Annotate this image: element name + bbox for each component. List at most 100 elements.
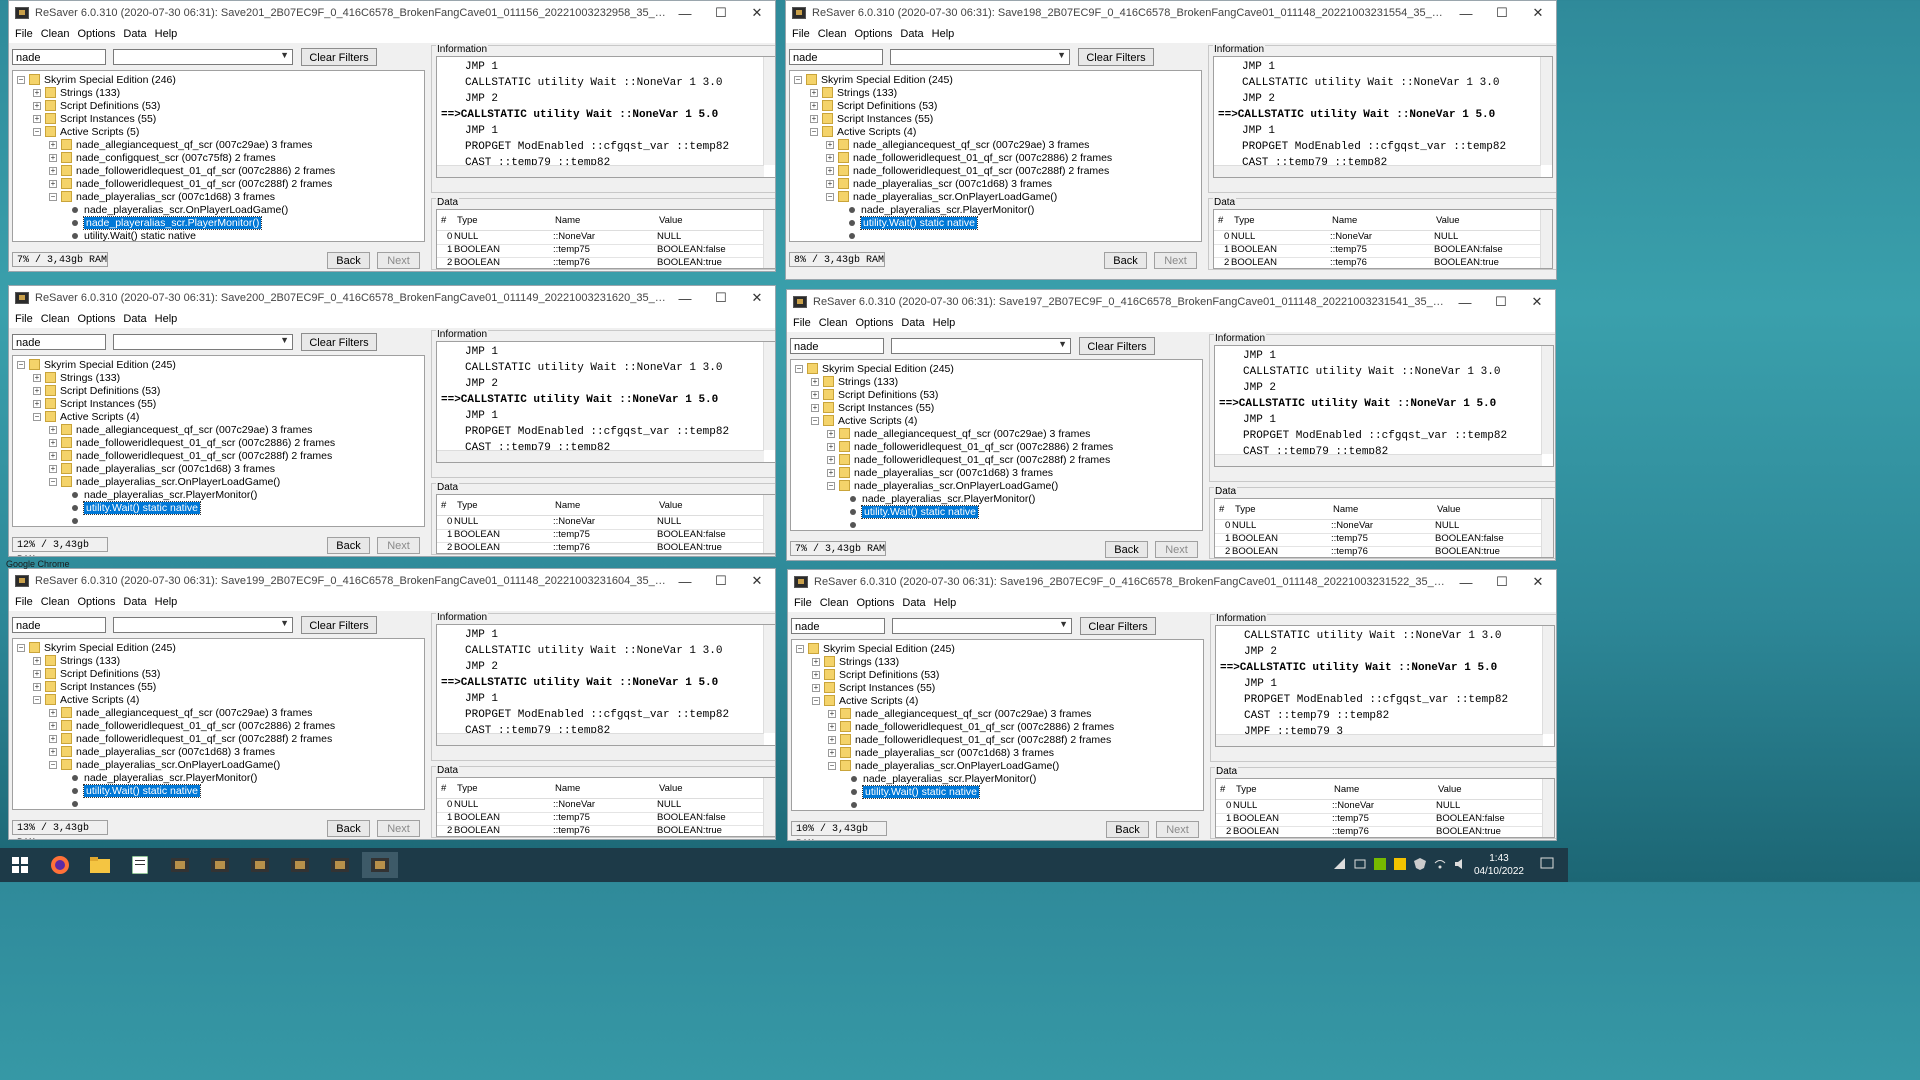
tree-item[interactable]: + Script Instances (55) (811, 401, 934, 414)
table-row[interactable]: 1 BOOLEAN ::temp75 BOOLEAN:false (1215, 533, 1543, 547)
filter-dropdown[interactable]: ▼ (113, 49, 293, 65)
column-header[interactable]: Value (1437, 504, 1461, 515)
wifi-icon[interactable] (1434, 858, 1446, 870)
menu-item[interactable]: Clean (37, 596, 74, 608)
table-row[interactable]: 2 BOOLEAN ::temp76 BOOLEAN:true (1215, 546, 1543, 557)
tree-item[interactable]: + nade_followeridlequest_01_qf_scr (007c2… (49, 177, 332, 190)
expand-icon[interactable]: + (33, 88, 41, 97)
clear-filters-button[interactable]: Clear Filters (1078, 48, 1154, 66)
column-header[interactable]: Type (1234, 215, 1255, 226)
resaver-taskbar-icon[interactable] (162, 852, 198, 878)
minimize-icon[interactable]: — (1447, 295, 1483, 310)
nvidia-icon[interactable] (1374, 858, 1386, 870)
minimize-icon[interactable]: — (667, 574, 703, 589)
expand-icon[interactable]: + (49, 425, 57, 434)
tree-item[interactable]: + nade_allegiancequest_qf_scr (007c29ae) … (828, 707, 1091, 720)
maximize-icon[interactable]: ☐ (703, 573, 739, 589)
filter-input[interactable]: nade (789, 49, 883, 65)
tree-item[interactable]: + nade_followeridlequest_01_qf_scr (007c2… (828, 733, 1111, 746)
table-row[interactable]: 0 NULL ::NoneVar NULL (437, 799, 765, 813)
expand-icon[interactable]: + (811, 377, 819, 386)
menu-item[interactable]: Help (928, 28, 959, 40)
expand-icon[interactable]: + (826, 179, 834, 188)
tree-item[interactable]: + nade_playeralias_scr (007c1d68) 3 frame… (828, 746, 1054, 759)
clear-filters-button[interactable]: Clear Filters (1079, 337, 1155, 355)
tree-item[interactable]: + Script Instances (55) (33, 112, 156, 125)
tree-item[interactable]: + nade_followeridlequest_01_qf_scr (007c2… (828, 720, 1114, 733)
tree-item[interactable]: + nade_playeralias_scr (007c1d68) 3 frame… (49, 745, 275, 758)
tree-item[interactable]: + nade_followeridlequest_01_qf_scr (007c2… (49, 436, 335, 449)
tree-item[interactable]: + nade_allegiancequest_qf_scr (007c29ae) … (49, 138, 312, 151)
tree-item[interactable]: + nade_allegiancequest_qf_scr (007c29ae) … (826, 138, 1089, 151)
tree-item[interactable]: − Skyrim Special Edition (246) (17, 73, 176, 86)
tree-item[interactable]: − Active Scripts (4) (810, 125, 916, 138)
volume-icon[interactable] (1454, 858, 1466, 870)
expand-icon[interactable]: + (33, 114, 41, 123)
tree-item[interactable]: nade_playeralias_scr.OnPlayerLoadGame() (69, 203, 288, 216)
tree-item[interactable]: − nade_playeralias_scr.OnPlayerLoadGame() (828, 759, 1059, 772)
expand-icon[interactable]: + (49, 451, 57, 460)
horizontal-scrollbar[interactable] (437, 165, 764, 177)
collapse-icon[interactable]: − (827, 481, 835, 490)
tree-item[interactable]: − Active Scripts (4) (812, 694, 918, 707)
column-header[interactable]: Type (1235, 504, 1256, 515)
expand-icon[interactable]: + (827, 455, 835, 464)
expand-icon[interactable]: + (33, 669, 41, 678)
expand-icon[interactable]: + (49, 708, 57, 717)
tree-item[interactable]: − Active Scripts (4) (33, 693, 139, 706)
tree-item[interactable]: + nade_followeridlequest_01_qf_scr (007c2… (826, 164, 1109, 177)
tree-item[interactable]: + Strings (133) (33, 371, 120, 384)
tree-item[interactable]: utility.Wait() static native (69, 500, 202, 515)
expand-icon[interactable]: + (33, 399, 41, 408)
bytecode-view[interactable]: JMP 1 CALLSTATIC utility Wait ::NoneVar 1… (436, 56, 775, 178)
table-row[interactable]: 2 BOOLEAN ::temp76 BOOLEAN:true (437, 257, 765, 268)
tree-item[interactable]: + nade_configquest_scr (007c75f8) 2 frame… (49, 151, 276, 164)
tree-item[interactable]: utility.Wait() static native (69, 783, 202, 798)
menu-item[interactable]: Data (898, 597, 929, 609)
resaver-taskbar-icon[interactable] (202, 852, 238, 878)
table-row[interactable]: 1 BOOLEAN ::temp75 BOOLEAN:false (1216, 813, 1544, 827)
expand-icon[interactable]: + (49, 153, 57, 162)
expand-icon[interactable]: + (33, 101, 41, 110)
filter-input[interactable]: nade (12, 617, 106, 633)
title-bar[interactable]: ReSaver 6.0.310 (2020-07-30 06:31): Save… (788, 570, 1556, 594)
column-header[interactable]: Type (457, 215, 478, 226)
expand-icon[interactable]: + (826, 153, 834, 162)
variables-table[interactable]: # Type Name Value 0 NULL ::NoneVar NULL … (436, 209, 775, 269)
tree-item[interactable]: − Skyrim Special Edition (245) (794, 73, 953, 86)
menu-item[interactable]: Clean (815, 317, 852, 329)
expand-icon[interactable]: + (811, 403, 819, 412)
menu-item[interactable]: Data (119, 28, 150, 40)
menu-item[interactable]: Help (929, 317, 960, 329)
tree-item[interactable]: + nade_playeralias_scr (007c1d68) 3 frame… (49, 462, 275, 475)
maximize-icon[interactable]: ☐ (1483, 294, 1519, 310)
horizontal-scrollbar[interactable] (437, 733, 764, 745)
column-header[interactable]: Type (457, 783, 478, 794)
menu-item[interactable]: File (790, 597, 816, 609)
expand-icon[interactable]: + (812, 657, 820, 666)
column-header[interactable]: # (1220, 784, 1225, 795)
next-button[interactable]: Next (377, 537, 420, 554)
bytecode-view[interactable]: JMP 1 CALLSTATIC utility Wait ::NoneVar 1… (1213, 56, 1553, 178)
bytecode-view[interactable]: JMP 1 CALLSTATIC utility Wait ::NoneVar 1… (436, 341, 775, 463)
expand-icon[interactable]: + (33, 386, 41, 395)
menu-item[interactable]: Data (897, 317, 928, 329)
vertical-scrollbar[interactable] (763, 57, 775, 165)
tree-item[interactable] (69, 514, 84, 526)
title-bar[interactable]: ReSaver 6.0.310 (2020-07-30 06:31): Save… (9, 286, 775, 310)
save-tree[interactable]: − Skyrim Special Edition (245) + Strings (1… (790, 359, 1203, 531)
tree-item[interactable]: + Script Instances (55) (33, 397, 156, 410)
expand-icon[interactable]: + (49, 166, 57, 175)
resaver-taskbar-icon[interactable] (322, 852, 358, 878)
table-row[interactable]: 2 BOOLEAN ::temp76 BOOLEAN:true (1214, 257, 1542, 268)
menu-item[interactable]: File (789, 317, 815, 329)
horizontal-scrollbar[interactable] (1216, 734, 1543, 746)
filter-dropdown[interactable]: ▼ (892, 618, 1072, 634)
maximize-icon[interactable]: ☐ (703, 5, 739, 21)
menu-item[interactable]: Data (119, 596, 150, 608)
expand-icon[interactable]: + (49, 140, 57, 149)
tree-item[interactable]: + Strings (133) (33, 86, 120, 99)
menu-item[interactable]: Help (151, 313, 182, 325)
clear-filters-button[interactable]: Clear Filters (301, 48, 377, 66)
maximize-icon[interactable]: ☐ (1484, 5, 1520, 21)
